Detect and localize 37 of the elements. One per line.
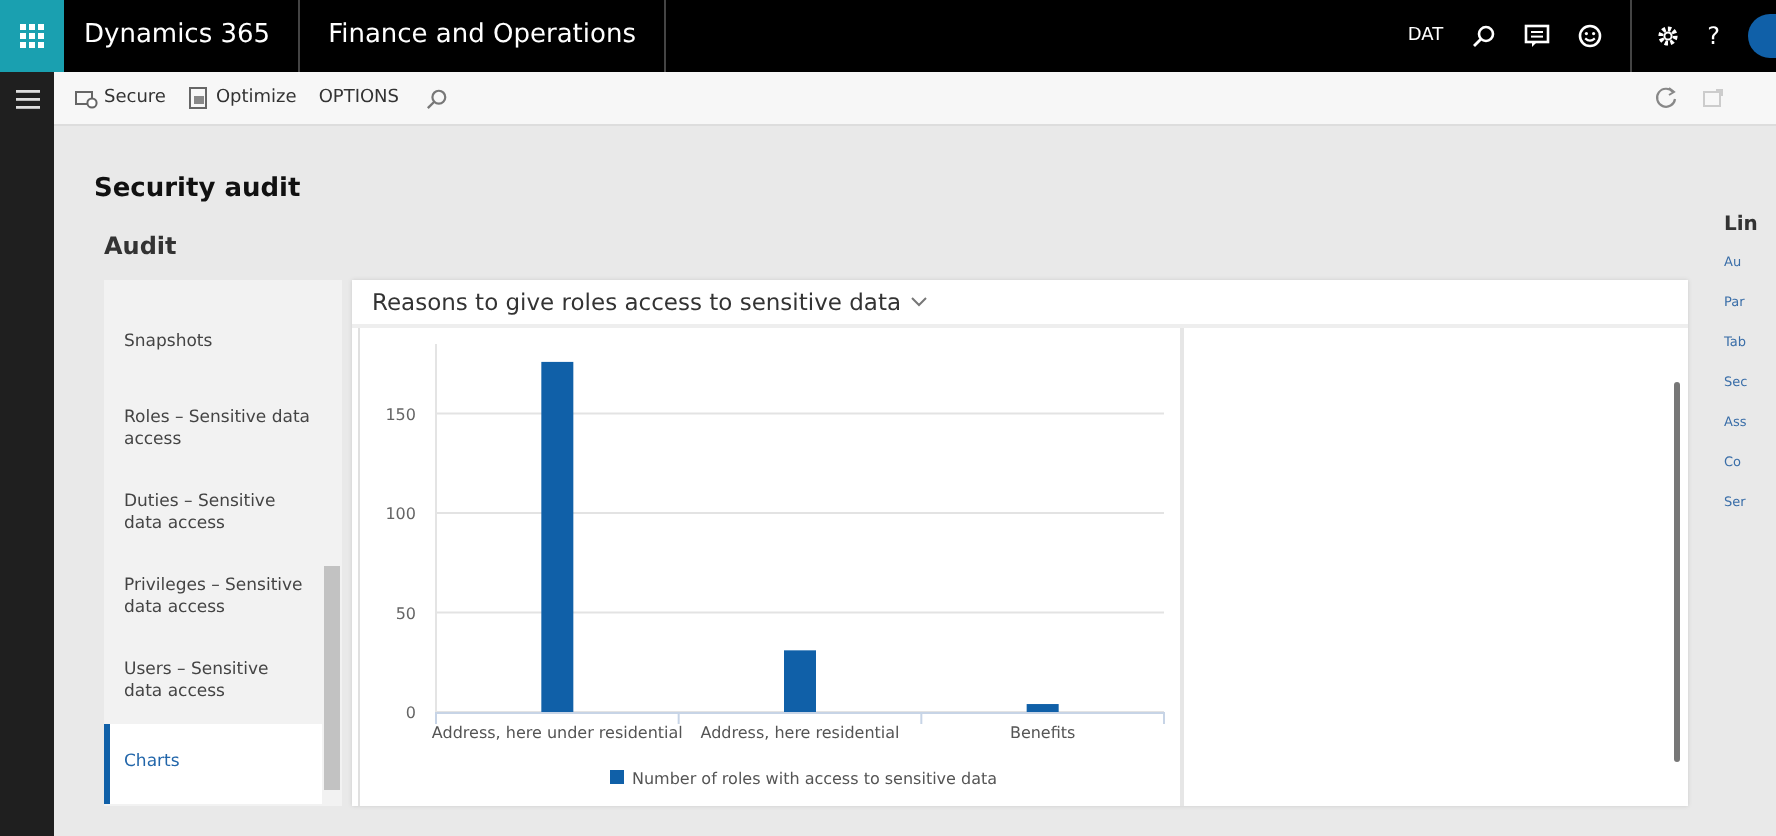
bar (1026, 704, 1059, 712)
document-icon (187, 86, 210, 110)
page-title: Security audit (94, 174, 303, 204)
smiley-icon[interactable] (1577, 24, 1602, 48)
app-launcher-icon[interactable] (0, 0, 64, 72)
avatar-icon[interactable] (1748, 14, 1776, 58)
nav-item[interactable]: Snapshots (104, 280, 322, 388)
category-label: Address, here under residential (431, 724, 683, 742)
section-title: Audit (104, 232, 179, 260)
scrollbar-thumb[interactable] (1674, 382, 1680, 762)
toolbar-button[interactable]: Secure (66, 83, 174, 113)
legend-label: Number of roles with access to sensitive data (632, 770, 998, 788)
legend-swatch (610, 770, 624, 784)
nav-item[interactable]: Duties – Sensitive data access (104, 472, 322, 556)
toolbar-button[interactable]: Optimize (179, 82, 305, 114)
search-icon[interactable] (1471, 24, 1496, 48)
category-label: Address, here residential (700, 724, 900, 742)
axis-tick-label: 150 (385, 405, 416, 424)
category-label: Benefits (1009, 724, 1076, 742)
refresh-icon[interactable] (1654, 86, 1678, 110)
bar (784, 650, 816, 712)
company-picker[interactable]: DAT (1407, 26, 1444, 46)
settings-icon[interactable] (1655, 24, 1680, 48)
panel-title: Lin (1724, 214, 1756, 236)
nav-item[interactable]: Users – Sensitive data access (104, 640, 322, 724)
axis-tick-label: 100 (385, 505, 416, 524)
help-button[interactable]: ? (1707, 22, 1720, 50)
axis-tick-label: 0 (405, 704, 416, 722)
chart-title[interactable]: Reasons to give roles access to sensitive data (372, 288, 902, 316)
axis-tick-label: 50 (395, 604, 416, 623)
toolbar-button[interactable]: OPTIONS (310, 84, 408, 112)
chat-icon[interactable] (1523, 24, 1550, 48)
menu-icon[interactable] (15, 90, 39, 110)
nav-item[interactable]: Privileges – Sensitive data access (104, 556, 322, 640)
chevron-down-icon[interactable] (909, 296, 928, 308)
nav-item[interactable]: Charts (104, 724, 322, 804)
nav-item[interactable]: Roles – Sensitive data access (104, 388, 322, 472)
